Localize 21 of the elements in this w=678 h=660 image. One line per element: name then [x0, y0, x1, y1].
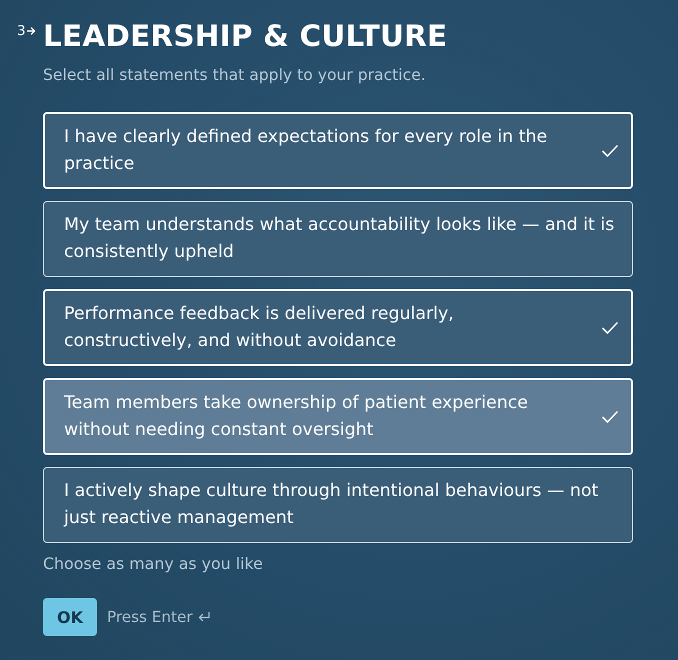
option-text: I have clearly defined expectations for every role in the practice [64, 126, 548, 176]
option-card[interactable]: Performance feedback is delivered regularly, constructively, and without avoidance [43, 289, 633, 366]
check-icon [602, 144, 618, 156]
hint-text: Choose as many as you like [43, 554, 264, 574]
option-card[interactable]: My team understands what accountability looks like — and it is consistently upheld [43, 201, 633, 277]
check-icon [602, 410, 618, 422]
option-text: I actively shape culture through intentional behaviours — not just reactive management [64, 480, 600, 530]
option-card[interactable]: I have clearly defined expectations for every role in the practice [43, 112, 633, 189]
question-subtitle: Select all statements that apply to your practice. [43, 65, 427, 85]
option-card[interactable]: Team members take ownership of patient experience without needing constant oversight [43, 378, 633, 455]
enter-key-icon [198, 612, 210, 622]
ok-button[interactable]: OK [43, 598, 97, 636]
option-text: My team understands what accountability looks like — and it is consistently upheld [64, 214, 616, 264]
question-title: LEADERSHIP & CULTURE [43, 18, 448, 55]
arrow-icon [26, 27, 36, 35]
check-icon [602, 322, 618, 334]
option-card[interactable]: I actively shape culture through intentional behaviours — not just reactive management [43, 467, 633, 543]
press-enter-hint: Press Enter [107, 608, 193, 626]
option-text: Team members take ownership of patient experience without needing constant oversight [64, 392, 530, 442]
question-number: 3 [17, 24, 26, 38]
option-text: Performance feedback is delivered regularly, constructively, and without avoidance [64, 302, 455, 352]
